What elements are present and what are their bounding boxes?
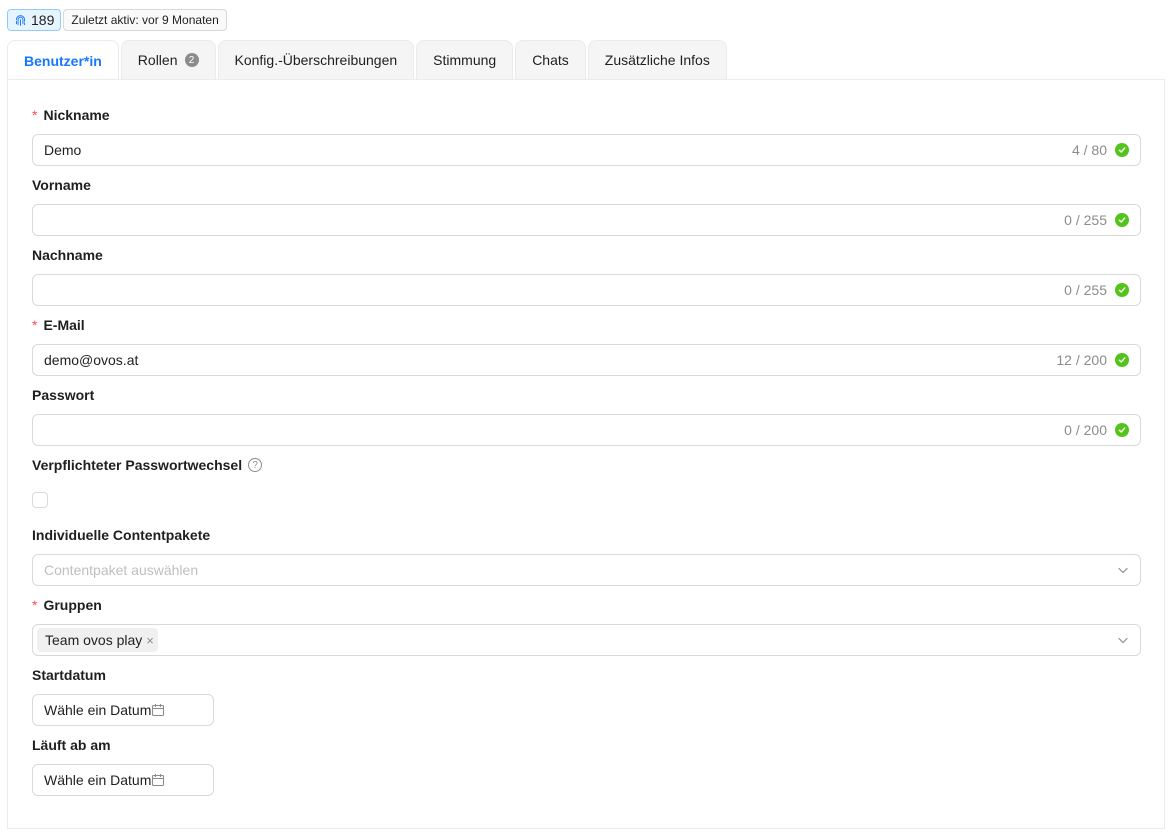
startdatum-picker[interactable]: Wähle ein Datum <box>32 694 214 726</box>
group-tag-label: Team ovos play <box>45 632 143 648</box>
last-active-tag: Zuletzt aktiv: vor 9 Monaten <box>63 9 227 31</box>
header-bar: 189 Zuletzt aktiv: vor 9 Monaten <box>7 9 227 31</box>
passwort-label: Passwort <box>32 387 94 403</box>
vorname-label-text: Vorname <box>32 177 91 193</box>
tab-bar: Benutzer*in Rollen 2 Konfig.-Überschreib… <box>7 40 727 80</box>
tab-benutzer[interactable]: Benutzer*in <box>7 40 119 80</box>
gruppen-tag-list: Team ovos play × <box>37 628 1117 652</box>
gruppen-label: * Gruppen <box>32 597 102 613</box>
nickname-input[interactable]: Demo 4 / 80 <box>32 134 1141 166</box>
passwortwechsel-checkbox[interactable] <box>32 492 48 508</box>
tab-label: Rollen <box>137 52 178 68</box>
nachname-char-counter: 0 / 255 <box>1064 282 1107 298</box>
required-mark: * <box>32 107 38 123</box>
ablauf-placeholder: Wähle ein Datum <box>44 772 152 788</box>
roles-count-badge: 2 <box>184 53 199 67</box>
nachname-label: Nachname <box>32 247 103 263</box>
ablauf-label: Läuft ab am <box>32 737 111 753</box>
chevron-down-icon <box>1118 567 1128 574</box>
email-label: * E-Mail <box>32 317 85 333</box>
check-circle-icon <box>1115 213 1129 227</box>
calendar-icon <box>152 774 165 787</box>
passwort-input[interactable]: 0 / 200 <box>32 414 1141 446</box>
startdatum-placeholder: Wähle ein Datum <box>44 702 152 718</box>
passwort-char-counter: 0 / 200 <box>1064 422 1107 438</box>
check-circle-icon <box>1115 353 1129 367</box>
fingerprint-icon <box>15 14 26 26</box>
ablauf-label-text: Läuft ab am <box>32 737 111 753</box>
check-circle-icon <box>1115 283 1129 297</box>
contentpakete-placeholder: Contentpaket auswählen <box>44 562 199 578</box>
passwort-label-text: Passwort <box>32 387 95 403</box>
question-circle-icon[interactable]: ? <box>248 458 263 472</box>
check-circle-icon <box>1115 143 1129 157</box>
user-form-panel: * Nickname Demo 4 / 80 Vorname 0 / 255 N… <box>7 79 1165 829</box>
tab-label: Zusätzliche Infos <box>604 52 710 68</box>
contentpakete-label-text: Individuelle Contentpakete <box>32 527 211 543</box>
startdatum-label: Startdatum <box>32 667 106 683</box>
user-id-value: 189 <box>31 12 55 28</box>
contentpakete-label: Individuelle Contentpakete <box>32 527 210 543</box>
tab-zusaetzliche-infos[interactable]: Zusätzliche Infos <box>587 40 727 79</box>
nickname-char-counter: 4 / 80 <box>1071 142 1107 158</box>
chevron-down-icon <box>1118 637 1128 644</box>
vorname-input[interactable]: 0 / 255 <box>32 204 1141 236</box>
tab-label: Benutzer*in <box>24 52 102 69</box>
tab-rollen[interactable]: Rollen 2 <box>120 40 216 79</box>
ablauf-picker[interactable]: Wähle ein Datum <box>32 764 214 796</box>
vorname-char-counter: 0 / 255 <box>1064 212 1107 228</box>
gruppen-select[interactable]: Team ovos play × <box>32 624 1141 656</box>
tab-label: Stimmung <box>433 52 497 68</box>
tab-label: Konfig.-Überschreibungen <box>234 52 398 68</box>
close-icon[interactable]: × <box>146 633 154 648</box>
tab-label: Chats <box>532 52 569 68</box>
passwortwechsel-label-text: Verpflichteter Passwortwechsel <box>32 457 243 473</box>
tab-chats[interactable]: Chats <box>515 40 586 79</box>
calendar-icon <box>152 704 165 717</box>
startdatum-label-text: Startdatum <box>32 667 106 683</box>
nickname-value: Demo <box>44 142 82 158</box>
required-mark: * <box>32 317 38 333</box>
gruppen-label-text: Gruppen <box>43 597 102 613</box>
passwortwechsel-label: Verpflichteter Passwortwechsel ? <box>32 457 263 473</box>
check-circle-icon <box>1115 423 1129 437</box>
required-mark: * <box>32 597 38 613</box>
email-char-counter: 12 / 200 <box>1056 352 1107 368</box>
tab-stimmung[interactable]: Stimmung <box>416 40 514 79</box>
nickname-label-text: Nickname <box>43 107 110 123</box>
nachname-label-text: Nachname <box>32 247 103 263</box>
user-id-badge: 189 <box>7 9 62 31</box>
vorname-label: Vorname <box>32 177 91 193</box>
email-value: demo@ovos.at <box>44 352 139 368</box>
email-input[interactable]: demo@ovos.at 12 / 200 <box>32 344 1141 376</box>
tab-konfig-ueberschreibungen[interactable]: Konfig.-Überschreibungen <box>217 40 415 79</box>
group-tag: Team ovos play × <box>37 628 158 652</box>
email-label-text: E-Mail <box>43 317 85 333</box>
contentpakete-select[interactable]: Contentpaket auswählen <box>32 554 1141 586</box>
nachname-input[interactable]: 0 / 255 <box>32 274 1141 306</box>
nickname-label: * Nickname <box>32 107 110 123</box>
